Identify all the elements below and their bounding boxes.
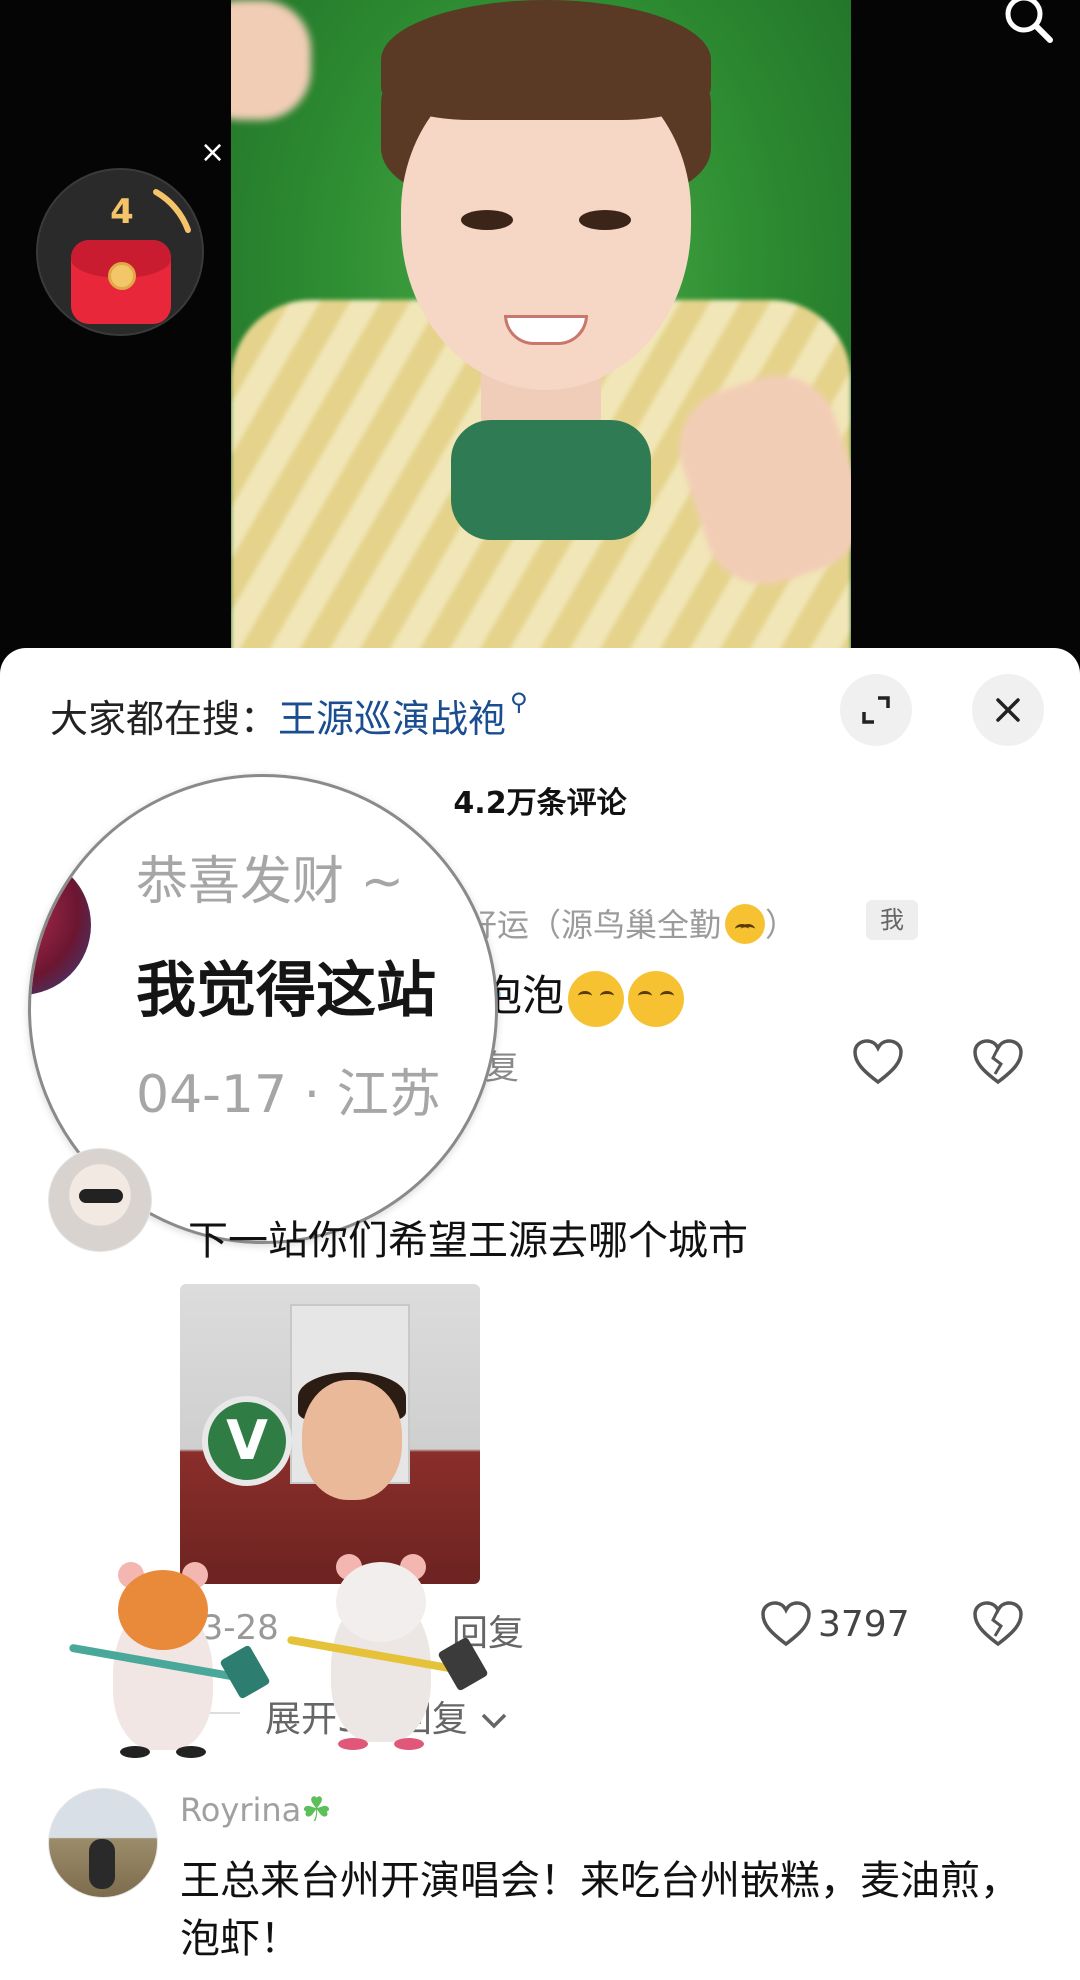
comment-username[interactable]: 恭喜发财 ~: [136, 839, 404, 914]
hamster-head: [336, 1562, 426, 1642]
video-hand-left: [231, 0, 311, 120]
broom-head: [219, 1644, 271, 1700]
search-button[interactable]: [1002, 0, 1058, 44]
red-packet-close-button[interactable]: ×: [200, 138, 225, 168]
red-packet-coin: [108, 262, 136, 290]
dislike-button[interactable]: [972, 1038, 1024, 1086]
hot-search-bar[interactable]: 大家都在搜：王源巡演战袍 ⚲: [50, 688, 528, 743]
hot-search-keyword[interactable]: 王源巡演战袍: [278, 697, 506, 741]
smirk-emoji-icon: [725, 904, 766, 944]
image-face: [302, 1380, 402, 1500]
username-text: 好运（源鸟巢全勤: [465, 906, 722, 944]
relieved-emoji-icon: [628, 970, 685, 1027]
avatar[interactable]: [48, 1148, 152, 1252]
username-text: Royrina: [180, 1791, 302, 1829]
comment-username-tail[interactable]: 好运（源鸟巢全勤 ）: [465, 900, 797, 946]
hamster-sticker: [68, 1550, 271, 1760]
hamster-foot: [120, 1746, 150, 1758]
video-player[interactable]: 4 ×: [0, 0, 1080, 660]
red-packet-widget[interactable]: 4: [36, 168, 204, 336]
dislike-button[interactable]: [972, 1600, 1024, 1648]
like-button[interactable]: [760, 1600, 812, 1648]
comment-text-tail: 泡泡: [480, 962, 685, 1027]
close-button[interactable]: [972, 674, 1044, 746]
close-icon: [996, 698, 1020, 722]
search-icon: [1005, 0, 1053, 43]
heart-icon: [853, 1039, 903, 1085]
hamster-foot: [176, 1746, 206, 1758]
like-count: 3797: [818, 1604, 910, 1645]
hot-search-prefix: 大家都在搜：: [50, 697, 279, 741]
clover-icon: ☘: [301, 1790, 332, 1830]
broken-heart-icon: [973, 1601, 1023, 1647]
chevron-down-icon: [482, 1713, 507, 1729]
video-frame: [231, 0, 851, 660]
expand-icon: [862, 696, 890, 724]
relieved-emoji-icon: [568, 970, 625, 1027]
expand-button[interactable]: [840, 674, 912, 746]
comment-text: 下一站你们希望王源去哪个城市: [188, 1218, 748, 1264]
video-eye-right: [579, 210, 631, 230]
red-packet-count: 4: [110, 192, 134, 232]
like-button[interactable]: [852, 1038, 904, 1086]
broken-heart-icon: [973, 1039, 1023, 1085]
comment-image[interactable]: V: [180, 1284, 480, 1584]
me-badge: 我: [866, 900, 918, 940]
heart-icon: [761, 1601, 811, 1647]
comment-sheet: 大家都在搜：王源巡演战袍⚲ 4.2万条评论 好运（源鸟巢全勤） 我 泡泡 复: [0, 648, 1080, 1980]
video-eye-left: [461, 210, 513, 230]
hamster-head: [118, 1570, 208, 1650]
comment-text: 王总来台州开演唱会！来吃台州嵌糕，麦油煎，泡虾！: [180, 1858, 1020, 1962]
hamster-sticker: [286, 1542, 489, 1752]
video-collar: [451, 420, 651, 540]
hamster-foot: [394, 1738, 424, 1750]
comment-date: 04-17 · 江苏: [136, 1065, 441, 1125]
image-sign: V: [202, 1396, 292, 1486]
avatar[interactable]: [48, 1788, 158, 1898]
avatar[interactable]: [31, 855, 91, 995]
username-close: ）: [765, 906, 798, 944]
video-hair-top: [381, 0, 711, 120]
hamster-foot: [338, 1738, 368, 1750]
comment-username[interactable]: Royrina☘: [180, 1790, 332, 1830]
search-icon: ⚲: [510, 688, 528, 716]
comment-text: 我觉得这站: [136, 956, 436, 1026]
